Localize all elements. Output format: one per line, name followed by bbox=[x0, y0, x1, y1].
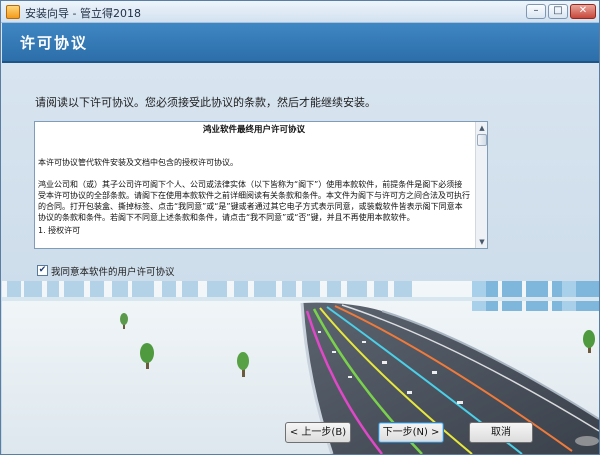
maximize-button[interactable]: □ bbox=[548, 4, 568, 19]
cancel-button[interactable]: 取消 bbox=[469, 422, 533, 443]
license-title: 鸿业软件最终用户许可协议 bbox=[202, 125, 305, 135]
close-button[interactable]: ✕ bbox=[570, 4, 596, 19]
agree-label[interactable]: 我同意本软件的用户许可协议 bbox=[51, 264, 175, 278]
agree-checkbox[interactable]: ✔ bbox=[37, 265, 48, 276]
app-icon bbox=[6, 5, 20, 19]
license-textbox[interactable]: 鸿业软件最终用户许可协议 本许可协议管代软件安装及文档中包含的授权许可协议。 鸿… bbox=[34, 121, 488, 249]
page-title: 许可协议 bbox=[20, 34, 89, 52]
instruction-text: 请阅读以下许可协议。您必须接受此协议的条款，然后才能继续安装。 bbox=[35, 96, 376, 109]
license-paragraph: 本许可协议管代软件安装及文档中包含的授权许可协议。 bbox=[38, 158, 238, 167]
minimize-button[interactable]: – bbox=[526, 4, 546, 19]
license-paragraph: 鸿业公司和（或）其子公司许可阁下个人、公司或法律实体（以下皆称为“阁下”）使用本… bbox=[38, 180, 470, 222]
header-band: 许可协议 bbox=[2, 23, 599, 63]
back-button[interactable]: < 上一步(B) bbox=[285, 422, 351, 443]
license-paragraph: 1. 授权许可 bbox=[38, 226, 81, 235]
next-button[interactable]: 下一步(N) > bbox=[378, 422, 444, 443]
scroll-thumb[interactable] bbox=[477, 134, 487, 146]
scroll-down-icon[interactable]: ▼ bbox=[477, 237, 487, 247]
license-scrollbar[interactable]: ▲ ▼ bbox=[475, 122, 487, 248]
installer-window: 安装向导 - 管立得2018 – □ ✕ 许可协议 请阅读以下许可协议。您必须接… bbox=[0, 0, 600, 455]
title-bar[interactable]: 安装向导 - 管立得2018 – □ ✕ bbox=[1, 1, 599, 23]
license-content: 鸿业软件最终用户许可协议 本许可协议管代软件安装及文档中包含的授权许可协议。 鸿… bbox=[35, 122, 475, 248]
scroll-up-icon[interactable]: ▲ bbox=[477, 123, 487, 133]
window-title: 安装向导 - 管立得2018 bbox=[25, 7, 141, 20]
